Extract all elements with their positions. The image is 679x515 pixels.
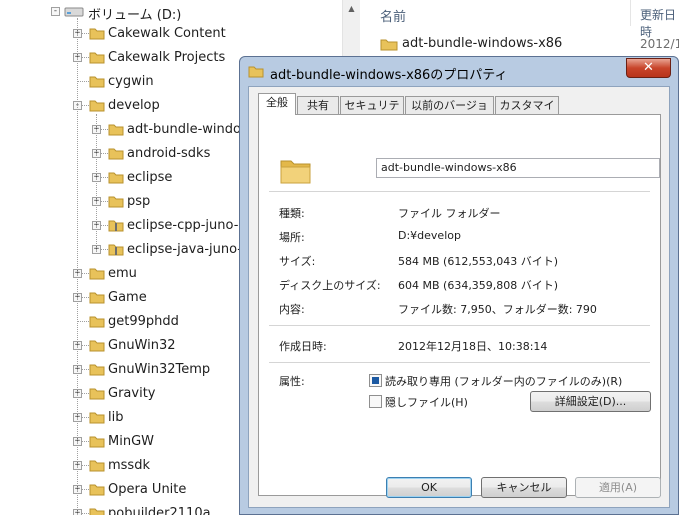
folder-icon [89,292,105,304]
tree-root-label: ボリューム (D:) [88,8,182,23]
tab-sharing[interactable]: 共有 [297,96,339,114]
tree-guide-line [77,81,89,82]
file-row-date: 2012/12 [640,37,679,51]
attributes-label: 属性: [279,375,305,388]
file-row-name: adt-bundle-windows-x86 [402,36,563,51]
tree-guide-line [77,321,89,322]
folder-icon [248,66,264,78]
properties-dialog[interactable]: adt-bundle-windows-x86のプロパティ ✕ 全般 共有 セキュ… [239,56,679,515]
tree-item-label: eclipse-java-juno-S [127,242,251,257]
tab-security[interactable]: セキュリティ [340,96,404,129]
tab-previous-versions[interactable]: 以前のバージョン [405,96,494,129]
contents-label: 内容: [279,303,305,316]
apply-button[interactable]: 適用(A) [575,477,661,498]
folder-icon [89,52,105,64]
file-row[interactable]: adt-bundle-windows-x86 2012/12 [380,34,679,54]
zip-folder-icon [108,220,124,232]
created-label: 作成日時: [279,340,327,353]
type-label: 種類: [279,207,305,220]
folder-icon [89,484,105,496]
location-value: D:¥develop [398,229,461,242]
divider [269,325,650,326]
folder-icon [108,124,124,136]
location-label: 場所: [279,231,305,244]
tree-guide-line [96,114,97,254]
tree-item-label: pobuilder2110a [108,506,211,515]
divider [269,362,650,363]
close-button[interactable]: ✕ [626,58,671,78]
disk-size-label: ディスク上のサイズ: [279,279,381,292]
folder-icon [108,196,124,208]
large-folder-icon [280,160,311,184]
folder-icon [380,39,398,51]
folder-icon [89,100,105,112]
tree-item-label: android-sdks [127,146,211,161]
divider [269,191,650,192]
tree-item-label: Game [108,290,147,305]
tree-item-label: MinGW [108,434,154,449]
tab-general[interactable]: 全般 [258,93,296,115]
disk-size-value: 604 MB (634,359,808 バイト) [398,279,559,292]
zip-folder-icon [108,244,124,256]
folder-icon [89,316,105,328]
column-divider[interactable] [630,0,631,26]
tree-item-label: eclipse-cpp-juno-SR [127,218,256,233]
size-label: サイズ: [279,255,316,268]
tree-item-label: eclipse [127,170,173,185]
tree-item-label: cygwin [108,74,154,89]
type-value: ファイル フォルダー [398,207,501,220]
hidden-label[interactable]: 隠しファイル(H) [385,394,468,410]
folder-name-input[interactable]: adt-bundle-windows-x86 [376,158,660,178]
scroll-up-icon[interactable]: ▲ [343,0,360,17]
contents-value: ファイル数: 7,950、フォルダー数: 790 [398,303,597,316]
tree-item-label: get99phdd [108,314,179,329]
readonly-label[interactable]: 読み取り専用 (フォルダー内のファイルのみ)(R) [385,373,622,389]
size-value: 584 MB (612,553,043 バイト) [398,255,559,268]
tree-item-label: Opera Unite [108,482,187,497]
tree-item-label: emu [108,266,137,281]
tree-item-label: Gravity [108,386,156,401]
dialog-titlebar[interactable]: adt-bundle-windows-x86のプロパティ ✕ [240,57,678,85]
folder-icon [89,268,105,280]
tab-panel-general: adt-bundle-windows-x86 種類: ファイル フォルダー 場所… [258,114,661,496]
column-header-name[interactable]: 名前 [380,6,406,25]
tree-root[interactable]: - ボリューム (D:) [48,0,338,24]
advanced-button[interactable]: 詳細設定(D)... [530,391,651,412]
folder-icon [108,148,124,160]
tree-item-label: Cakewalk Projects [108,50,226,65]
folder-icon [89,508,105,515]
folder-icon [89,76,105,88]
folder-icon [89,436,105,448]
tree-item-label: mssdk [108,458,150,473]
tree-item-label: GnuWin32Temp [108,362,211,377]
folder-icon [89,412,105,424]
tree-item-label: develop [108,98,160,113]
dialog-title: adt-bundle-windows-x86のプロパティ [270,68,508,83]
tree-item-label: Cakewalk Content [108,26,226,41]
folder-icon [89,28,105,40]
folder-icon [108,172,124,184]
ok-button[interactable]: OK [386,477,472,498]
dialog-client: 全般 共有 セキュリティ 以前のバージョン カスタマイズ adt-bundle-… [248,86,670,508]
tab-customize[interactable]: カスタマイズ [495,96,559,129]
readonly-checkbox[interactable] [369,374,382,387]
created-value: 2012年12月18日、10:38:14 [398,340,548,353]
drive-icon [64,7,84,17]
cancel-button[interactable]: キャンセル [481,477,567,498]
folder-icon [89,340,105,352]
tree-item-label: GnuWin32 [108,338,176,353]
folder-icon [89,388,105,400]
tree-item[interactable]: + Cakewalk Content [72,22,340,46]
folder-icon [89,364,105,376]
hidden-checkbox[interactable] [369,395,382,408]
folder-icon [89,460,105,472]
tree-item-label: lib [108,410,124,425]
tree-item-label: psp [127,194,151,209]
tree-guide-line [77,18,78,515]
collapse-icon[interactable]: - [51,7,60,16]
